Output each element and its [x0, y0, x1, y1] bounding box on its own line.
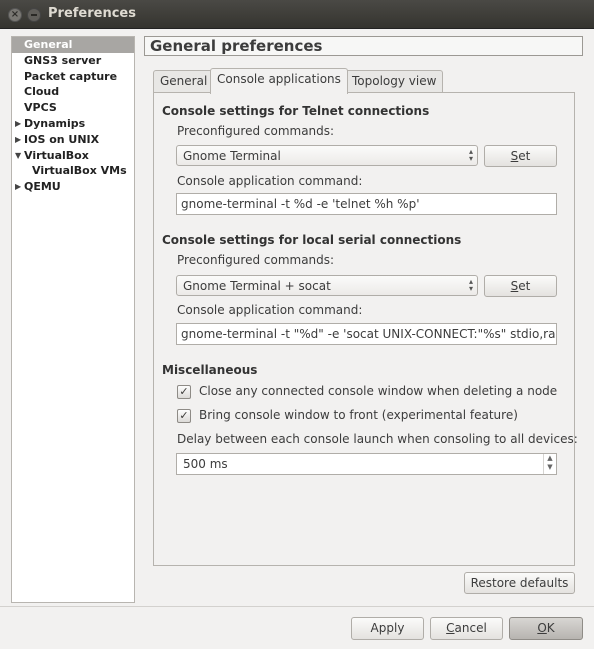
telnet-section-title: Console settings for Telnet connections: [162, 104, 430, 118]
delay-label: Delay between each console launch when c…: [177, 432, 578, 446]
button-label: K: [546, 621, 555, 635]
close-icon[interactable]: ×: [8, 8, 22, 22]
tab-label: Topology view: [352, 74, 437, 88]
telnet-preconfigured-select[interactable]: Gnome Terminal ▴ ▾: [176, 145, 478, 166]
sidebar-item-ios-on-unix[interactable]: ▶ IOS on UNIX: [12, 132, 134, 148]
sidebar-item-general[interactable]: General: [12, 37, 134, 53]
spin-value: 500 ms: [183, 457, 228, 471]
updown-arrows-icon: ▴ ▾: [468, 147, 473, 163]
close-console-checkbox[interactable]: ✓: [177, 385, 191, 399]
delay-spinbox[interactable]: 500 ms ▲ ▼: [176, 453, 557, 475]
serial-section-title: Console settings for local serial connec…: [162, 233, 462, 247]
select-value: Gnome Terminal + socat: [183, 279, 331, 293]
serial-preconfigured-label: Preconfigured commands:: [177, 253, 335, 267]
button-label: Restore defaults: [470, 576, 569, 590]
dialog-separator: [0, 606, 594, 607]
field-value: gnome-terminal -t %d -e 'telnet %h %p': [181, 197, 420, 211]
sidebar-item-cloud[interactable]: Cloud: [12, 84, 134, 100]
minimize-icon[interactable]: [27, 8, 41, 22]
serial-command-field[interactable]: gnome-terminal -t "%d" -e 'socat UNIX-CO…: [176, 323, 557, 345]
bring-to-front-checkbox[interactable]: ✓: [177, 409, 191, 423]
spin-up-icon[interactable]: ▲: [544, 454, 556, 463]
tab-console-applications[interactable]: Console applications: [210, 68, 348, 94]
sidebar-item-label: VPCS: [24, 101, 57, 115]
telnet-set-button[interactable]: Set: [484, 145, 557, 167]
telnet-command-field[interactable]: gnome-terminal -t %d -e 'telnet %h %p': [176, 193, 557, 215]
button-mnemonic: O: [537, 621, 547, 635]
tab-label: General: [160, 74, 208, 88]
expand-arrow-icon[interactable]: ▶: [15, 179, 21, 195]
sidebar-item-gns3-server[interactable]: GNS3 server: [12, 53, 134, 69]
sidebar-item-dynamips[interactable]: ▶ Dynamips: [12, 116, 134, 132]
tab-label: Console applications: [217, 72, 341, 86]
restore-defaults-button[interactable]: Restore defaults: [464, 572, 575, 594]
checkbox-label: Bring console window to front (experimen…: [199, 408, 518, 422]
updown-arrows-icon: ▴ ▾: [468, 277, 473, 293]
title-bar: × Preferences: [0, 0, 594, 29]
sidebar-item-label: General: [24, 38, 73, 51]
button-mnemonic: C: [446, 621, 455, 635]
tab-general[interactable]: General: [153, 70, 215, 92]
sidebar-item-label: VirtualBox: [24, 148, 89, 162]
button-label: et: [518, 149, 531, 163]
misc-section-title: Miscellaneous: [162, 363, 258, 377]
sidebar-item-label: IOS on UNIX: [24, 132, 100, 146]
serial-command-label: Console application command:: [177, 303, 363, 317]
sidebar-item-label: Dynamips: [24, 116, 86, 130]
sidebar-item-label: Cloud: [24, 85, 60, 99]
sidebar-item-qemu[interactable]: ▶ QEMU: [12, 179, 134, 195]
preferences-sidebar: General GNS3 server Packet capture Cloud…: [11, 36, 135, 603]
checkbox-label: Close any connected console window when …: [199, 384, 558, 398]
apply-button[interactable]: Apply: [351, 617, 424, 640]
select-value: Gnome Terminal: [183, 149, 281, 163]
sidebar-item-virtualbox-vms[interactable]: VirtualBox VMs: [12, 163, 134, 179]
sidebar-item-vpcs[interactable]: VPCS: [12, 100, 134, 116]
serial-set-button[interactable]: Set: [484, 275, 557, 297]
page-header: General preferences: [144, 36, 583, 56]
telnet-preconfigured-label: Preconfigured commands:: [177, 124, 335, 138]
expand-arrow-icon[interactable]: ▶: [15, 116, 21, 132]
spin-down-icon[interactable]: ▼: [544, 463, 556, 472]
sidebar-item-virtualbox[interactable]: ▼ VirtualBox: [12, 148, 134, 164]
sidebar-item-label: GNS3 server: [24, 53, 102, 67]
telnet-command-label: Console application command:: [177, 174, 363, 188]
field-value: gnome-terminal -t "%d" -e 'socat UNIX-CO…: [181, 327, 556, 341]
spin-arrows[interactable]: ▲ ▼: [543, 454, 556, 474]
sidebar-item-packet-capture[interactable]: Packet capture: [12, 69, 134, 85]
sidebar-item-label: VirtualBox VMs: [32, 164, 127, 178]
collapse-arrow-icon[interactable]: ▼: [15, 148, 21, 164]
button-label: ancel: [454, 621, 487, 635]
button-label: et: [518, 279, 531, 293]
serial-preconfigured-select[interactable]: Gnome Terminal + socat ▴ ▾: [176, 275, 478, 296]
ok-button[interactable]: OK: [509, 617, 583, 640]
window-title: Preferences: [48, 6, 136, 21]
button-label: Apply: [370, 621, 405, 635]
sidebar-item-label: QEMU: [24, 180, 61, 194]
sidebar-item-label: Packet capture: [24, 69, 118, 83]
tab-topology-view[interactable]: Topology view: [345, 70, 444, 92]
page-title: General preferences: [150, 37, 323, 55]
cancel-button[interactable]: Cancel: [430, 617, 503, 640]
expand-arrow-icon[interactable]: ▶: [15, 132, 21, 148]
